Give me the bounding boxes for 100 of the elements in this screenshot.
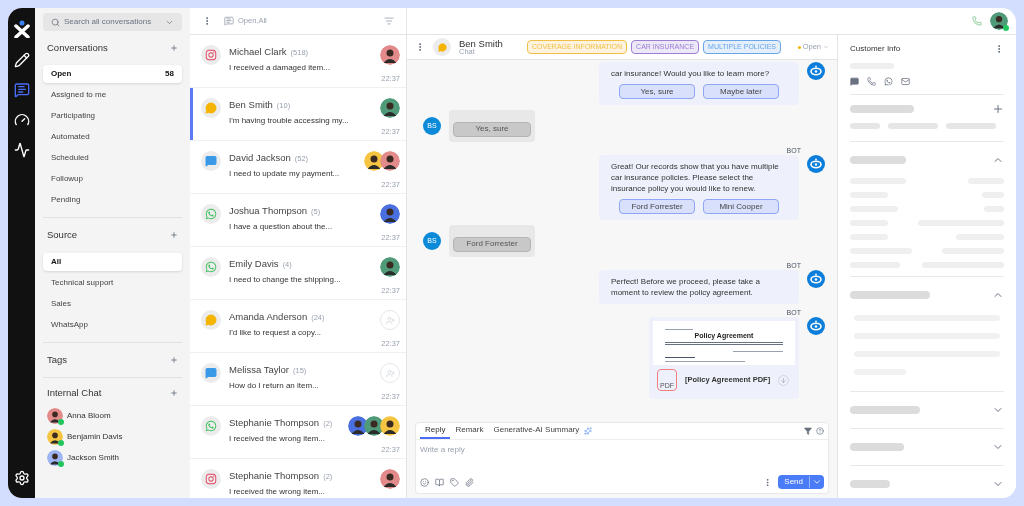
chat-bubble-icon bbox=[205, 367, 217, 379]
contact-name: Stephanie Thompson bbox=[229, 416, 320, 430]
add-user-icon bbox=[385, 368, 395, 378]
item-label: Automated bbox=[51, 131, 90, 144]
placeholder-bar bbox=[888, 123, 938, 129]
item-label: WhatsApp bbox=[51, 318, 88, 331]
placeholder-bar bbox=[850, 480, 890, 488]
speech-bubble-icon bbox=[437, 42, 447, 52]
contact-name: Ben Smith bbox=[459, 38, 504, 48]
member-name[interactable]: Anna Bloom bbox=[67, 410, 111, 422]
plus-icon[interactable] bbox=[170, 231, 178, 240]
chat-icon bbox=[224, 16, 234, 26]
search-input[interactable]: Search all conversations bbox=[64, 16, 161, 28]
tag-icon[interactable] bbox=[450, 477, 459, 487]
pencil-icon[interactable] bbox=[13, 52, 30, 68]
section-title: Tags bbox=[47, 352, 68, 367]
item-label: Pending bbox=[51, 194, 81, 207]
message-preview: I need to change the shipping... bbox=[229, 274, 342, 287]
instagram-icon bbox=[205, 49, 217, 61]
section-title: Internal Chat bbox=[47, 385, 102, 400]
emoji-icon[interactable] bbox=[420, 477, 429, 487]
item-count: 58 bbox=[165, 68, 174, 81]
phone-icon[interactable] bbox=[972, 16, 982, 26]
selected-option[interactable]: Yes, sure bbox=[453, 121, 531, 137]
item-label: Technical support bbox=[51, 276, 114, 289]
placeholder-bar bbox=[850, 406, 920, 414]
contact-name: Ben Smith bbox=[229, 98, 273, 112]
bot-avatar-icon bbox=[807, 270, 825, 288]
sidebar-item[interactable]: Open 58 bbox=[43, 65, 182, 84]
speech-bubble-icon bbox=[205, 314, 217, 326]
sidebar-item[interactable]: All bbox=[43, 252, 182, 271]
composer-tab[interactable]: Generative-AI Summary bbox=[488, 423, 585, 439]
chat-icon[interactable] bbox=[13, 82, 30, 98]
search-icon bbox=[51, 17, 60, 27]
selected-option[interactable]: Ford Forrester bbox=[453, 236, 531, 252]
add-user-icon bbox=[385, 315, 395, 325]
plus-icon[interactable] bbox=[170, 44, 178, 53]
plus-icon[interactable] bbox=[170, 355, 178, 364]
plus-icon[interactable] bbox=[992, 103, 1004, 115]
chevron-down-icon bbox=[823, 44, 829, 50]
member-name[interactable]: Benjamin Davis bbox=[67, 431, 123, 443]
plus-icon[interactable] bbox=[170, 388, 178, 397]
item-label: Participating bbox=[51, 110, 96, 123]
option-button[interactable]: Maybe later bbox=[703, 84, 779, 99]
avatar bbox=[990, 12, 1008, 30]
message-preview: I received a damaged item... bbox=[229, 62, 331, 75]
contact-name: Melissa Taylor bbox=[229, 363, 289, 377]
composer-tab[interactable]: Reply bbox=[420, 423, 451, 439]
option-button[interactable]: Yes, sure bbox=[619, 84, 695, 99]
paperclip-icon[interactable] bbox=[465, 477, 474, 487]
activity-chart-icon[interactable] bbox=[13, 142, 30, 158]
book-icon[interactable] bbox=[435, 477, 444, 487]
item-label: Scheduled bbox=[51, 152, 89, 165]
message-preview: I have a question about the... bbox=[229, 221, 334, 234]
contact-name: Stephanie Thompson bbox=[229, 469, 320, 483]
message-preview: I'd like to request a copy... bbox=[229, 327, 323, 340]
contact-name: David Jackson bbox=[229, 151, 291, 165]
placeholder-bar bbox=[850, 105, 914, 113]
item-label: All bbox=[51, 255, 62, 268]
filter-icon[interactable] bbox=[804, 427, 812, 435]
gauge-icon[interactable] bbox=[13, 112, 30, 128]
message-preview: I received the wrong item... bbox=[229, 433, 327, 446]
mail-icon[interactable] bbox=[901, 77, 910, 86]
whatsapp-icon bbox=[205, 208, 217, 220]
whatsapp-icon[interactable] bbox=[884, 77, 893, 86]
placeholder-bar bbox=[850, 156, 906, 164]
option-button[interactable]: Ford Forrester bbox=[619, 199, 695, 214]
speech-bubble-icon bbox=[205, 102, 217, 114]
item-label: Assigned to me bbox=[51, 89, 107, 102]
phone-icon[interactable] bbox=[867, 77, 876, 86]
instagram-icon bbox=[205, 473, 217, 485]
settings-icon[interactable] bbox=[13, 470, 30, 486]
chat-bubble-icon[interactable] bbox=[850, 77, 859, 86]
whatsapp-icon bbox=[205, 261, 217, 273]
chat-bubble-icon bbox=[205, 155, 217, 167]
message-text: car insurance! Would you like to learn more? bbox=[611, 68, 771, 79]
message-preview: I need to update my payment... bbox=[229, 168, 341, 181]
contact-name: Amanda Anderson bbox=[229, 310, 308, 324]
placeholder-bar bbox=[946, 123, 996, 129]
contact-name: Joshua Thompson bbox=[229, 204, 307, 218]
bot-avatar-icon bbox=[807, 317, 825, 335]
bot-avatar-icon bbox=[807, 155, 825, 173]
help-icon[interactable] bbox=[816, 427, 824, 435]
contact-name: Michael Clark bbox=[229, 45, 287, 59]
message-preview: I received the wrong item... bbox=[229, 486, 327, 498]
chevron-down-icon[interactable] bbox=[812, 477, 822, 487]
contact-name: Emily Davis bbox=[229, 257, 279, 271]
member-name[interactable]: Jackson Smith bbox=[67, 452, 120, 464]
bot-avatar-icon bbox=[807, 62, 825, 80]
message-text: Great! Our records show that you have multiple car insurance policies. Please select the insurance policy you would like to renew. bbox=[611, 161, 780, 194]
item-label: Open bbox=[51, 68, 72, 81]
message-text: Perfect! Before we proceed, please take a moment to review the policy agreement. bbox=[611, 276, 761, 298]
composer-tab[interactable]: Remark bbox=[450, 423, 489, 439]
search-field[interactable]: Search all conversations bbox=[43, 13, 182, 31]
placeholder-bar bbox=[850, 443, 904, 451]
option-button[interactable]: Mini Cooper bbox=[703, 199, 779, 214]
sparkle-icon bbox=[584, 427, 593, 435]
placeholder-bar bbox=[850, 123, 880, 129]
reply-box[interactable]: Reply Remark Generative-AI Summary Write a reply Send bbox=[415, 422, 829, 494]
message-preview: How do I return an item... bbox=[229, 380, 320, 393]
